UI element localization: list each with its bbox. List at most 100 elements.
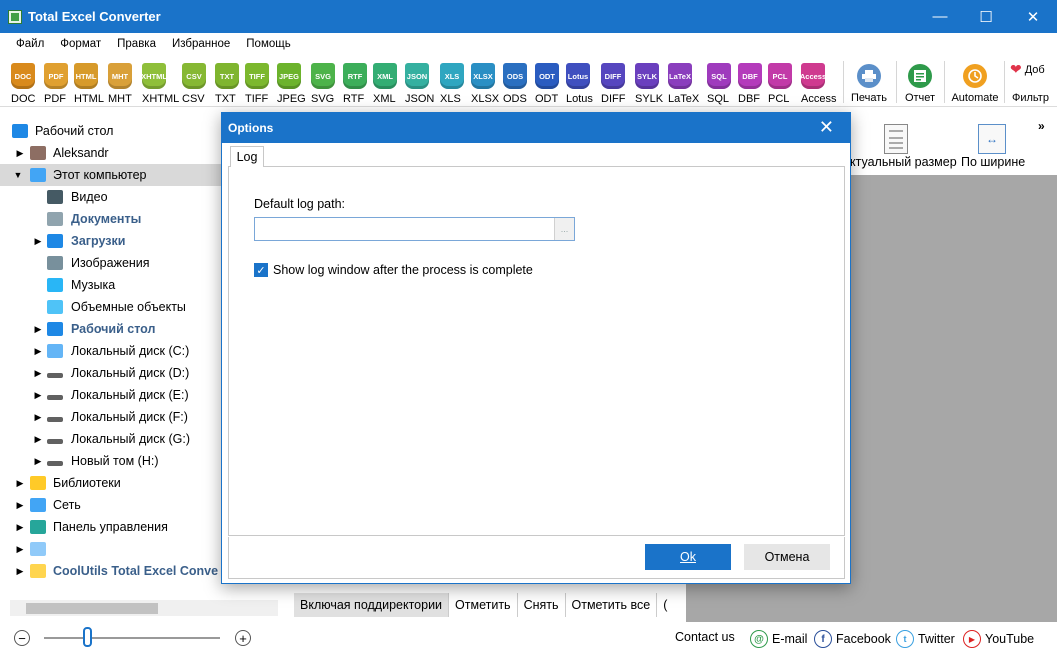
expand-arrow-icon[interactable]: ▶ — [33, 324, 43, 334]
check-all-button[interactable]: Отметить все — [566, 593, 658, 617]
email-link[interactable]: @ E-mail — [750, 630, 807, 648]
check-button[interactable]: Отметить — [449, 593, 518, 617]
youtube-link[interactable]: ▶ YouTube — [963, 630, 1034, 648]
tree-item[interactable]: ▼ Этот компьютер — [0, 164, 222, 186]
show-log-checkbox-row[interactable]: ✓ Show log window after the process is c… — [254, 263, 533, 277]
automate-button[interactable]: Automate — [950, 57, 1000, 107]
tree-item[interactable]: Объемные объекты — [0, 296, 222, 318]
tree-item[interactable]: ▶ Новый том (H:) — [0, 450, 222, 472]
format-button-lotus[interactable]: Lotus Lotus — [566, 57, 594, 107]
log-path-field[interactable]: ... — [254, 217, 575, 241]
tree-item[interactable]: ▶ Панель управления — [0, 516, 222, 538]
expand-arrow-icon[interactable]: ▶ — [33, 368, 43, 378]
expand-arrow-icon[interactable]: ▶ — [15, 148, 25, 158]
expand-arrow-icon[interactable]: ▶ — [15, 478, 25, 488]
expand-arrow-icon[interactable]: ▶ — [33, 456, 43, 466]
format-button-txt[interactable]: TXT TXT — [215, 57, 243, 107]
format-button-pdf[interactable]: PDF PDF — [44, 57, 72, 107]
expand-arrow-icon[interactable]: ▶ — [33, 236, 43, 246]
tree-item[interactable]: ▶ Рабочий стол — [0, 318, 222, 340]
expand-arrow-icon[interactable]: ▶ — [15, 566, 25, 576]
zoom-slider-thumb[interactable] — [83, 627, 92, 647]
menu-help[interactable]: Помощь — [238, 38, 298, 50]
format-button-dbf[interactable]: DBF DBF — [738, 57, 766, 107]
tab-log[interactable]: Log — [230, 146, 264, 167]
tree-item[interactable]: Музыка — [0, 274, 222, 296]
menu-edit[interactable]: Правка — [109, 38, 164, 50]
format-button-mht[interactable]: MHT MHT — [108, 57, 136, 107]
format-button-html[interactable]: HTML HTML — [74, 57, 104, 107]
tree-item[interactable]: Документы — [0, 208, 222, 230]
fit-width-button[interactable]: ↔ По ширине — [958, 121, 1028, 171]
contact-us-link[interactable]: Contact us — [675, 630, 735, 644]
scrollbar-thumb[interactable] — [26, 603, 158, 614]
include-subdirs-button[interactable]: Включая поддиректории — [294, 593, 450, 617]
zoom-in-button[interactable]: + — [235, 630, 251, 646]
tree-item[interactable]: Видео — [0, 186, 222, 208]
format-button-pcl[interactable]: PCL PCL — [768, 57, 796, 107]
tree-item[interactable]: Изображения — [0, 252, 222, 274]
tree-item[interactable]: ▶ — [0, 538, 222, 560]
menu-format[interactable]: Формат — [52, 38, 109, 50]
tree-item[interactable]: ▶ Aleksandr — [0, 142, 222, 164]
tree-item[interactable]: ▶ Библиотеки — [0, 472, 222, 494]
expand-arrow-icon[interactable]: ▶ — [33, 346, 43, 356]
minimize-button[interactable]: — — [917, 0, 963, 33]
format-button-sylk[interactable]: SYLK SYLK — [635, 57, 663, 107]
format-button-diff[interactable]: DIFF DIFF — [601, 57, 629, 107]
tree-item[interactable]: ▶ Локальный диск (D:) — [0, 362, 222, 384]
dialog-close-button[interactable]: ✕ — [819, 117, 834, 138]
tree-item[interactable]: Рабочий стол — [0, 120, 222, 142]
format-button-xhtml[interactable]: XHTML XHTML — [141, 57, 179, 107]
expand-arrow-icon[interactable]: ▶ — [15, 522, 25, 532]
tree-item[interactable]: ▶ CoolUtils Total Excel Conve — [0, 560, 222, 582]
format-button-xml[interactable]: XML XML — [373, 57, 401, 107]
format-button-csv[interactable]: CSV CSV — [182, 57, 210, 107]
zoom-slider-track[interactable] — [44, 637, 220, 639]
report-button[interactable]: Отчет — [900, 57, 940, 107]
format-button-rtf[interactable]: RTF RTF — [343, 57, 371, 107]
close-window-button[interactable]: ✕ — [1010, 0, 1056, 33]
uncheck-button[interactable]: Снять — [518, 593, 566, 617]
format-button-jpeg[interactable]: JPEG JPEG — [277, 57, 306, 107]
tree-item[interactable]: ▶ Локальный диск (F:) — [0, 406, 222, 428]
facebook-link[interactable]: f Facebook — [814, 630, 891, 648]
expand-arrow-icon[interactable]: ▶ — [33, 390, 43, 400]
format-button-xlsx[interactable]: XLSX XLSX — [471, 57, 499, 107]
collapse-arrow-icon[interactable]: ▼ — [13, 170, 23, 180]
tree-item[interactable]: ▶ Локальный диск (C:) — [0, 340, 222, 362]
format-button-sql[interactable]: SQL SQL — [707, 57, 735, 107]
expand-arrow-icon[interactable]: ▶ — [15, 500, 25, 510]
format-button-svg[interactable]: SVG SVG — [311, 57, 339, 107]
menu-file[interactable]: Файл — [8, 38, 52, 50]
maximize-button[interactable]: ☐ — [963, 0, 1009, 33]
actual-size-button[interactable]: ктуальный размер — [850, 121, 957, 171]
ok-button[interactable]: Ok — [645, 544, 731, 570]
expand-arrow-icon[interactable]: ▶ — [33, 412, 43, 422]
print-button[interactable]: Печать — [848, 57, 890, 107]
tree-item[interactable]: ▶ Загрузки — [0, 230, 222, 252]
expand-arrow-icon[interactable]: ▶ — [15, 544, 25, 554]
show-log-checkbox[interactable]: ✓ — [254, 263, 268, 277]
filter-label[interactable]: Фильтр — [1012, 92, 1049, 104]
tree-horizontal-scrollbar[interactable] — [10, 600, 278, 616]
donate-button[interactable]: ❤ Доб Фильтр — [1010, 57, 1057, 107]
zoom-out-button[interactable]: − — [14, 630, 30, 646]
more-actions-button[interactable]: ( — [657, 593, 673, 617]
format-button-tiff[interactable]: TIFF TIFF — [245, 57, 273, 107]
format-button-odt[interactable]: ODT ODT — [535, 57, 563, 107]
menu-favorites[interactable]: Избранное — [164, 38, 238, 50]
expand-arrow-icon[interactable]: ▶ — [33, 434, 43, 444]
format-button-json[interactable]: JSON JSON — [405, 57, 434, 107]
format-button-access[interactable]: Access Access — [800, 57, 836, 107]
format-button-ods[interactable]: ODS ODS — [503, 57, 531, 107]
log-path-input[interactable] — [255, 218, 553, 240]
twitter-link[interactable]: t Twitter — [896, 630, 955, 648]
tree-item[interactable]: ▶ Локальный диск (G:) — [0, 428, 222, 450]
format-button-doc[interactable]: DOC DOC — [11, 57, 39, 107]
format-button-latex[interactable]: LaTeX LaTeX — [668, 57, 699, 107]
tree-item[interactable]: ▶ Локальный диск (E:) — [0, 384, 222, 406]
browse-button[interactable]: ... — [554, 218, 574, 240]
format-button-xls[interactable]: XLS XLS — [440, 57, 468, 107]
toolbar-overflow-icon[interactable]: » — [1038, 119, 1045, 133]
